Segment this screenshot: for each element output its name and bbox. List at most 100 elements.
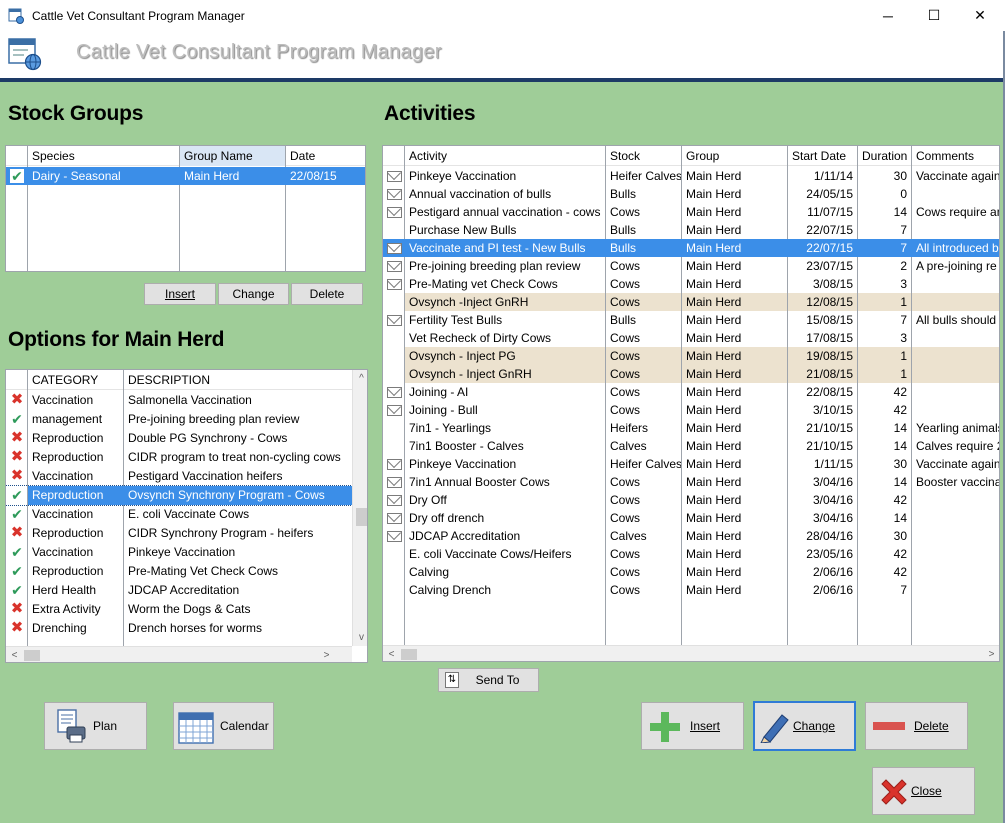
table-row[interactable]: Pre-Mating vet Check Cows Cows Main Herd 3/… [383,275,999,293]
stock-groups-grid[interactable]: Species Group Name Date ✔ Dairy - Seasona… [5,145,366,272]
table-row[interactable]: Pestigard annual vaccination - cows Cows M… [383,203,999,221]
list-item[interactable]: ✖ Vaccination Pestigard Vaccination heifer… [6,467,352,486]
list-item[interactable]: ✖ Vaccination Salmonella Vaccination [6,391,352,410]
category-cell: Reproduction [32,431,104,445]
table-row[interactable]: Dry Off Cows Main Herd 3/04/16 42 [383,491,999,509]
column-header-activity[interactable]: Activity [405,146,605,166]
comments-cell [912,185,999,203]
list-item[interactable]: ✔ Reproduction Pre-Mating Vet Check Cows [6,562,352,581]
comments-cell [912,401,999,419]
scroll-thumb[interactable] [356,508,367,526]
table-row[interactable]: E. coli Vaccinate Cows/Heifers Cows Main H… [383,545,999,563]
column-header-start-date[interactable]: Start Date [788,146,858,166]
close-button[interactable]: Close [872,767,975,815]
group-cell: Main Herd [686,421,742,435]
table-row[interactable]: Pinkeye Vaccination Heifer Calves Main Her… [383,455,999,473]
calendar-button[interactable]: Calendar [173,702,274,750]
scroll-up-arrow[interactable]: ^ [353,370,367,387]
table-row[interactable]: Pre-joining breeding plan review Cows Main… [383,257,999,275]
stock-insert-button[interactable]: Insert [144,283,216,305]
envelope-icon [387,243,402,254]
activity-change-button[interactable]: Change [753,701,856,751]
table-row[interactable]: 7in1 Annual Booster Cows Cows Main Herd 3/0… [383,473,999,491]
activity-delete-button[interactable]: Delete [865,702,968,750]
list-item[interactable]: ✔ Vaccination E. coli Vaccinate Cows [6,505,352,524]
table-row[interactable]: Vet Recheck of Dirty Cows Cows Main Herd 17… [383,329,999,347]
column-header-category[interactable]: CATEGORY [28,370,128,390]
start-date-cell: 3/08/15 [812,277,853,291]
column-header-stock[interactable]: Stock [606,146,682,166]
list-item[interactable]: ✖ Reproduction CIDR program to treat non-c… [6,448,352,467]
table-row[interactable]: Dry off drench Cows Main Herd 3/04/16 14 [383,509,999,527]
column-header-group[interactable]: Group [682,146,788,166]
scroll-left-arrow[interactable]: < [6,647,23,662]
table-row[interactable]: Ovsynch - Inject GnRH Cows Main Herd 21/08/… [383,365,999,383]
list-item[interactable]: ✖ Reproduction CIDR Synchrony Program - he… [6,524,352,543]
options-vertical-scrollbar[interactable]: ^ v [352,370,367,646]
list-item[interactable]: ✖ Reproduction Double PG Synchrony - Cows [6,429,352,448]
envelope-icon [387,207,402,218]
column-header-species[interactable]: Species [28,146,180,166]
list-item[interactable]: ✔ Vaccination Pinkeye Vaccination [6,543,352,562]
start-date-cell: 28/04/16 [806,529,853,543]
table-row[interactable]: Ovsynch - Inject PG Cows Main Herd 19/08/15… [383,347,999,365]
duration-cell: 3 [900,331,907,345]
table-row[interactable]: Joining - Bull Cows Main Herd 3/10/15 42 [383,401,999,419]
scroll-right-arrow[interactable]: > [318,647,335,662]
scroll-down-arrow[interactable]: v [353,629,367,646]
table-row[interactable]: Vaccinate and PI test - New Bulls Bulls Ma… [383,239,999,257]
duration-cell: 14 [893,511,907,525]
table-row[interactable]: 7in1 Booster - Calves Calves Main Herd 21/1… [383,437,999,455]
column-header-date[interactable]: Date [286,146,365,166]
table-row[interactable]: Joining - AI Cows Main Herd 22/08/15 42 [383,383,999,401]
column-header-group-name[interactable]: Group Name [180,146,286,166]
options-grid[interactable]: CATEGORY DESCRIPTION ✖ Vaccination Salmone… [5,369,368,663]
scroll-thumb[interactable] [24,650,40,661]
stock-cell: Cows [610,565,641,579]
activity-cell: Joining - Bull [409,403,478,417]
table-row[interactable]: ✔ Dairy - Seasonal Main Herd 22/08/15 [6,167,365,185]
table-row[interactable]: Calving Cows Main Herd 2/06/16 42 [383,563,999,581]
column-header-description[interactable]: DESCRIPTION [124,370,352,390]
cross-icon: ✖ [10,467,24,484]
column-header-duration[interactable]: Duration [858,146,912,166]
table-row[interactable]: 7in1 - Yearlings Heifers Main Herd 21/10/15… [383,419,999,437]
category-cell: Drenching [32,621,87,635]
maximize-button[interactable]: ☐ [911,0,957,31]
duration-cell: 7 [900,583,907,597]
activity-insert-button[interactable]: Insert [641,702,744,750]
duration-cell: 1 [858,347,911,365]
scroll-right-arrow[interactable]: > [983,646,999,661]
list-item[interactable]: ✔ management Pre-joining breeding plan rev… [6,410,352,429]
stock-delete-button[interactable]: Delete [291,283,363,305]
scroll-left-arrow[interactable]: < [383,646,400,661]
send-to-button[interactable]: ⇅ Send To [438,668,539,692]
stock-groups-heading: Stock Groups [8,102,144,125]
column-divider [285,146,286,271]
table-row[interactable]: Fertility Test Bulls Bulls Main Herd 15/08/… [383,311,999,329]
column-header-comments[interactable]: Comments [912,146,999,166]
table-row[interactable]: Ovsynch -Inject GnRH Cows Main Herd 12/08/1… [383,293,999,311]
list-item[interactable]: ✖ Drenching Drench horses for worms [6,619,352,638]
close-window-button[interactable]: ✕ [957,0,1003,31]
list-item[interactable]: ✔ Herd Health JDCAP Accreditation [6,581,352,600]
group-cell: Main Herd [686,583,742,597]
table-row[interactable]: Calving Drench Cows Main Herd 2/06/16 7 [383,581,999,599]
table-row[interactable]: Purchase New Bulls Bulls Main Herd 22/07/15… [383,221,999,239]
list-item[interactable]: ✖ Extra Activity Worm the Dogs & Cats [6,600,352,619]
options-horizontal-scrollbar[interactable]: < > [6,646,352,662]
activities-grid[interactable]: Activity Stock Group Start Date Duration… [382,145,1000,662]
activities-horizontal-scrollbar[interactable]: < > [383,645,999,661]
category-cell: Reproduction [32,450,104,464]
group-cell: Main Herd [682,347,787,365]
table-row[interactable]: Annual vaccination of bulls Bulls Main Her… [383,185,999,203]
send-to-label: Send To [475,673,520,687]
stock-change-button[interactable]: Change [218,283,289,305]
table-row[interactable]: JDCAP Accreditation Calves Main Herd 28/04/… [383,527,999,545]
envelope-icon [387,189,402,200]
scroll-thumb[interactable] [401,649,417,660]
list-item[interactable]: ✔ Reproduction Ovsynch Synchrony Program -… [6,485,353,506]
plan-button[interactable]: Plan [44,702,147,750]
table-row[interactable]: Pinkeye Vaccination Heifer Calves Main Her… [383,167,999,185]
minimize-button[interactable]: ─ [865,0,911,31]
